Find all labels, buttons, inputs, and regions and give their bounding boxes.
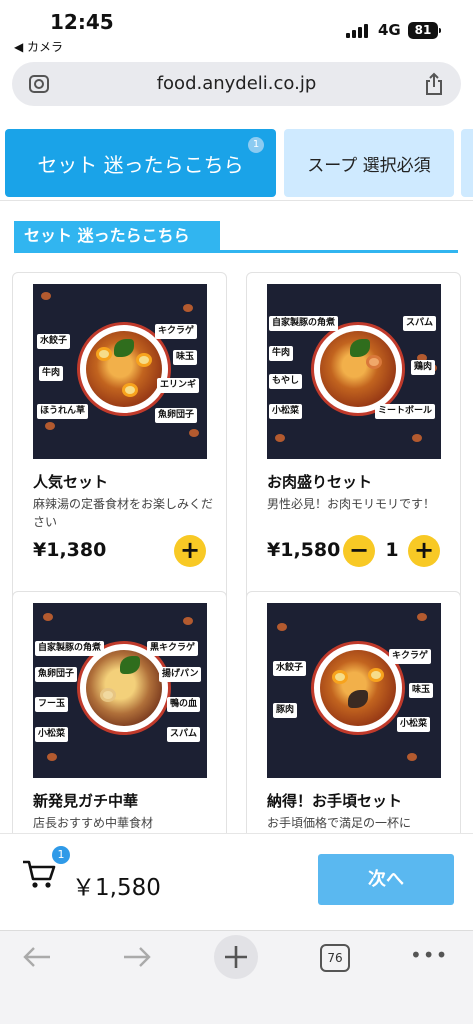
section-title: セット 迷ったらこちら (14, 221, 220, 250)
status-time: 12:45 (50, 10, 114, 34)
ingredient-tag: 水餃子 (37, 334, 71, 349)
product-price: ¥1,580 (267, 539, 341, 561)
product-photo: 水餃子 キクラゲ 牛肉 味玉 エリンギ ほうれん草 魚卵団子 (33, 284, 207, 459)
product-description: 男性必見！お肉モリモリです！ (267, 497, 436, 511)
product-card[interactable]: 水餃子 キクラゲ 牛肉 味玉 エリンギ ほうれん草 魚卵団子 人気セット 麻辣湯… (12, 272, 227, 602)
product-description: お手頃価格で満足の一杯に (267, 816, 412, 830)
ingredient-tag: 豚肉 (273, 703, 298, 718)
product-name: 人気セット (33, 473, 109, 491)
more-menu-icon[interactable]: ••• (410, 940, 447, 974)
ingredient-tag: スパム (403, 316, 437, 331)
cart-icon[interactable] (22, 859, 56, 889)
ingredient-tag: 味玉 (173, 350, 198, 365)
product-description: 店長おすすめ中華食材 (33, 816, 154, 830)
product-photo: 自家製豚の角煮 黒キクラゲ 魚卵団子 揚げパン フー玉 鴨の血 小松菜 スパム (33, 603, 207, 778)
category-tabs: セット 迷ったらこちら 1 スープ 選択必須 (0, 119, 473, 201)
ingredient-tag: 揚げパン (159, 667, 202, 682)
back-to-app-link[interactable]: ◀ カメラ (14, 38, 63, 55)
product-name: 納得！お手頃セット (267, 792, 403, 810)
back-arrow-icon[interactable] (20, 940, 54, 974)
ingredient-tag: ほうれん草 (37, 404, 89, 419)
product-name: 新発見ガチ中華 (33, 792, 139, 810)
ingredient-tag: エリンギ (157, 378, 200, 393)
product-card[interactable]: 自家製豚の角煮 スパム 牛肉 鶏肉 もやし 小松菜 ミートボール お肉盛りセット… (246, 272, 461, 602)
next-button[interactable]: 次へ (318, 854, 454, 905)
product-photo: 自家製豚の角煮 スパム 牛肉 鶏肉 もやし 小松菜 ミートボール (267, 284, 441, 459)
ingredient-tag: 自家製豚の角煮 (269, 316, 339, 331)
quantity-value: 1 (385, 539, 399, 561)
network-type: 4G (378, 21, 401, 39)
ingredient-tag: 牛肉 (39, 366, 64, 381)
ingredient-tag: 味玉 (409, 683, 434, 698)
url-text[interactable]: food.anydeli.co.jp (12, 73, 461, 94)
increase-quantity-button[interactable]: + (408, 535, 440, 567)
signal-icon (346, 24, 370, 38)
tab-count-badge: 1 (248, 137, 264, 153)
tab-switcher-button[interactable]: 76 (320, 944, 350, 972)
decrease-quantity-button[interactable]: − (343, 535, 375, 567)
product-name: お肉盛りセット (267, 473, 373, 491)
new-tab-button[interactable] (214, 935, 258, 979)
page: 12:45 ◀ カメラ 4G 81 food.anydeli.co.jp セット… (0, 0, 473, 1024)
battery-icon: 81 (408, 22, 441, 39)
ingredient-tag: 水餃子 (273, 661, 307, 676)
cart-total: ￥1,580 (72, 875, 161, 901)
ingredient-tag: 小松菜 (35, 727, 69, 742)
ingredient-tag: もやし (269, 374, 303, 389)
ingredient-tag: 鴨の血 (167, 697, 201, 712)
ingredient-tag: ミートボール (375, 404, 436, 419)
ingredient-tag: 黒キクラゲ (147, 641, 199, 656)
share-icon[interactable] (423, 72, 445, 96)
forward-arrow-icon[interactable] (120, 940, 154, 974)
ingredient-tag: キクラゲ (155, 324, 198, 339)
cart-count-badge: 1 (52, 846, 70, 864)
status-bar: 12:45 ◀ カメラ 4G 81 (0, 0, 473, 58)
tab-label: スープ 選択必須 (307, 155, 431, 176)
browser-toolbar: 76 ••• (0, 930, 473, 1024)
ingredient-tag: スパム (167, 727, 201, 742)
product-description: 麻辣湯の定番食材をお楽しみください (33, 497, 214, 529)
tab-next-partial[interactable] (461, 129, 473, 197)
add-button[interactable]: + (174, 535, 206, 567)
ingredient-tag: 魚卵団子 (155, 408, 198, 423)
ingredient-tag: キクラゲ (389, 649, 432, 664)
tab-label: セット 迷ったらこちら (37, 152, 244, 177)
ingredient-tag: 牛肉 (269, 346, 294, 361)
ingredient-tag: 自家製豚の角煮 (35, 641, 105, 656)
product-price: ¥1,380 (33, 539, 107, 561)
ingredient-tag: 小松菜 (397, 717, 431, 732)
ramen-bowl-image (311, 322, 405, 416)
plus-icon (225, 946, 247, 968)
ingredient-tag: 小松菜 (269, 404, 303, 419)
ingredient-tag: フー玉 (35, 697, 69, 712)
address-bar[interactable]: food.anydeli.co.jp (12, 62, 461, 106)
product-photo: 水餃子 キクラゲ 味玉 豚肉 小松菜 (267, 603, 441, 778)
section-header: セット 迷ったらこちら (14, 221, 458, 253)
tab-set[interactable]: セット 迷ったらこちら 1 (5, 129, 276, 197)
ingredient-tag: 鶏肉 (411, 360, 436, 375)
cart-bar: 1 ￥1,580 次へ (0, 833, 473, 930)
ingredient-tag: 魚卵団子 (35, 667, 78, 682)
tab-soup[interactable]: スープ 選択必須 (284, 129, 454, 197)
